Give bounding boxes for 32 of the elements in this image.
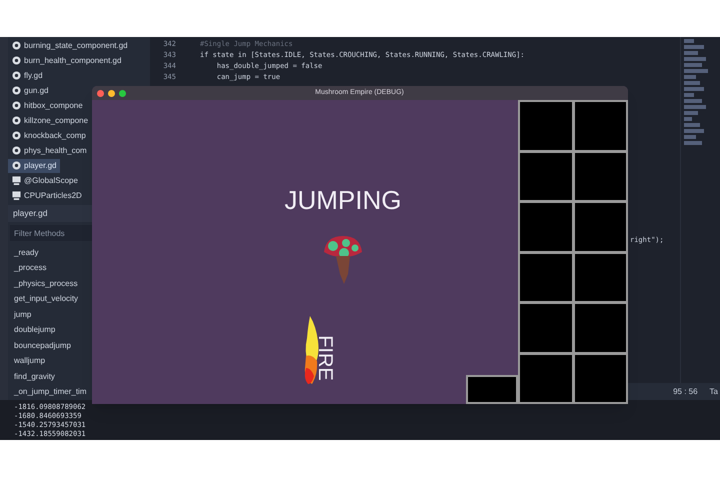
script-list-item[interactable]: CPUParticles2D [8, 188, 86, 202]
close-button[interactable] [97, 90, 104, 96]
method-list-item[interactable]: get_input_velocity [8, 292, 84, 308]
method-list-item[interactable]: jump [8, 307, 38, 323]
cursor-position: 95 : 56 [673, 386, 698, 398]
maximize-button[interactable] [119, 90, 126, 96]
script-list-item[interactable]: @GlobalScope [8, 174, 82, 188]
tab-label[interactable]: Ta [710, 386, 718, 398]
script-list-item[interactable]: burn_health_component.gd [8, 54, 126, 68]
method-list-item[interactable]: bouncepadjump [8, 338, 77, 354]
method-list-item[interactable]: doublejump [8, 322, 62, 338]
state-label: JUMPING [284, 186, 402, 214]
script-list-item[interactable]: knockback_comp [8, 128, 90, 143]
mushroom-character [322, 234, 364, 286]
script-list-item[interactable]: phys_health_com [8, 144, 91, 158]
method-list-item[interactable]: _process [8, 260, 52, 276]
script-list-item[interactable]: gun.gd [8, 84, 52, 98]
method-list-item[interactable]: _ready [8, 245, 44, 261]
monitor-icon [12, 176, 21, 186]
method-list-item[interactable]: walljump [8, 354, 52, 370]
method-list-item[interactable]: find_gravity [8, 369, 61, 385]
script-list-item[interactable]: hitbox_compone [8, 98, 87, 113]
script-list-item[interactable]: fly.gd [8, 68, 47, 83]
script-list-item[interactable]: player.gd [8, 158, 60, 173]
script-list-item[interactable]: burning_state_component.gd [8, 39, 132, 53]
script-list-item[interactable]: killzone_compone [8, 114, 92, 128]
minimize-button[interactable] [108, 90, 115, 96]
monitor-icon [12, 191, 21, 200]
fire-label: FIRE [315, 335, 335, 381]
method-list-item[interactable]: _physics_process [8, 276, 84, 292]
method-list-item[interactable]: _on_jump_timer_tim [8, 384, 92, 400]
floor-tile [466, 375, 518, 404]
